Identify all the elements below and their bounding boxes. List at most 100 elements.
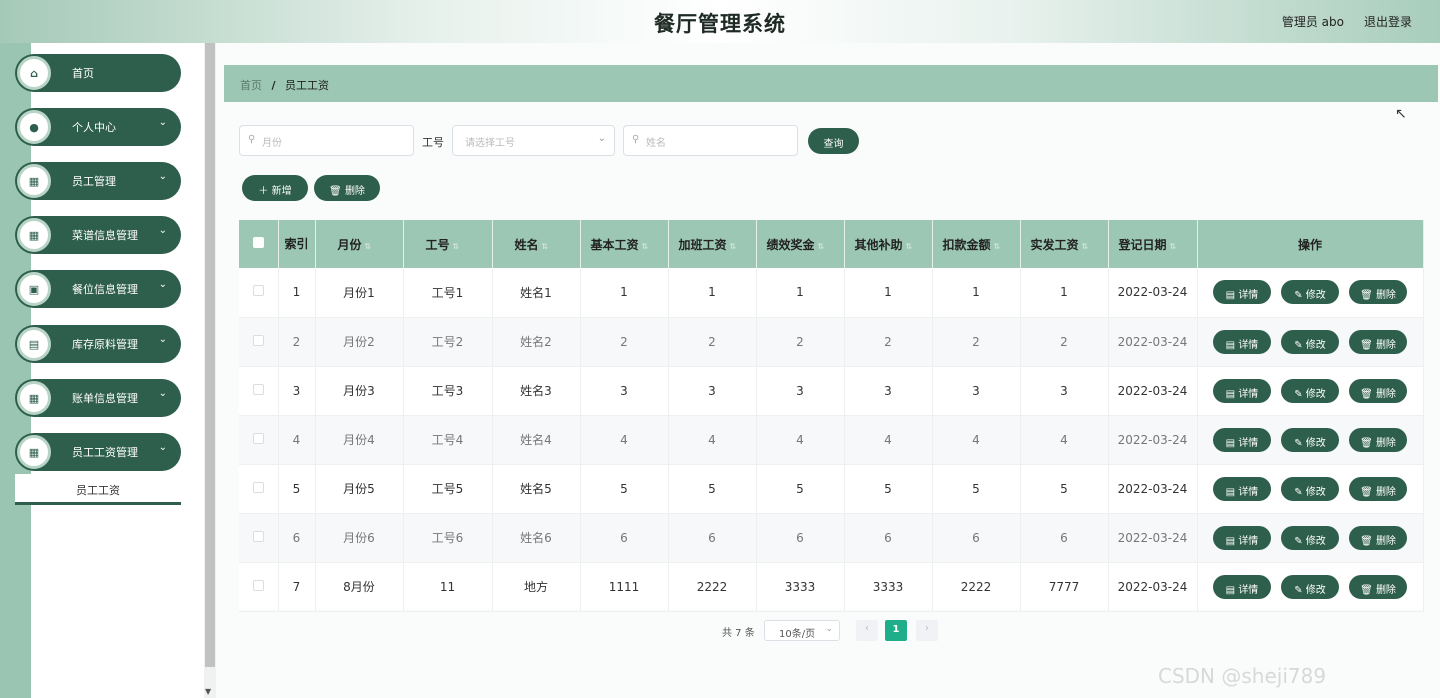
table-cell: 2 (932, 317, 1021, 367)
delete-button[interactable]: 🗑 删除 (1349, 525, 1407, 550)
sort-icon[interactable]: ⇅ (365, 242, 372, 251)
row-checkbox-cell[interactable] (239, 366, 279, 416)
table-cell: 6 (932, 513, 1021, 563)
next-page-button[interactable]: › (916, 620, 938, 641)
table-cell: 6 (278, 513, 316, 563)
edit-button[interactable]: ✎ 修改 (1281, 378, 1339, 403)
header-subsidy[interactable]: 其他补助 ⇅ (844, 220, 933, 268)
table-cell: 6 (844, 513, 933, 563)
month-input[interactable]: ⚲ 月份 (239, 125, 414, 156)
table-cell: 5 (668, 464, 757, 514)
detail-button[interactable]: ▤ 详情 (1213, 329, 1271, 354)
sidebar-item-1[interactable]: ● 个人中心 ⌄ (15, 108, 181, 146)
sort-icon[interactable]: ⇅ (453, 242, 460, 251)
sidebar-item-2[interactable]: ▦ 员工管理 ⌄ (15, 162, 181, 200)
sidebar-item-3[interactable]: ▦ 菜谱信息管理 ⌄ (15, 216, 181, 254)
detail-button[interactable]: ▤ 详情 (1213, 427, 1271, 452)
sidebar-scrollbar[interactable]: ▼ (204, 43, 216, 698)
chevron-down-icon: ⌄ (158, 442, 167, 453)
row-checkbox[interactable] (252, 481, 264, 493)
delete-button[interactable]: 🗑 删除 (1349, 378, 1407, 403)
sort-icon[interactable]: ⇅ (642, 242, 649, 251)
row-checkbox-cell[interactable] (239, 562, 279, 612)
logout-link[interactable]: 退出登录 (1364, 13, 1412, 30)
sidebar-item-5[interactable]: ▤ 库存原料管理 ⌄ (15, 325, 181, 363)
sort-icon[interactable]: ⇅ (1170, 242, 1177, 251)
row-checkbox[interactable] (252, 334, 264, 346)
edit-button[interactable]: ✎ 修改 (1281, 476, 1339, 501)
header-emp-no[interactable]: 工号 ⇅ (403, 220, 493, 268)
table-cell: 2222 (668, 562, 757, 612)
row-checkbox-cell[interactable] (239, 268, 279, 318)
sort-icon[interactable]: ⇅ (730, 242, 737, 251)
add-button[interactable]: ＋ 新增 (242, 175, 308, 201)
table-cell: 1 (844, 268, 933, 318)
table-cell: 姓名6 (492, 513, 581, 563)
sort-icon[interactable]: ⇅ (818, 242, 825, 251)
table-cell: 2 (756, 317, 845, 367)
delete-button[interactable]: 🗑 删除 (1349, 427, 1407, 452)
edit-button[interactable]: ✎ 修改 (1281, 280, 1339, 305)
sidebar-item-0[interactable]: ⌂ 首页 (15, 54, 181, 92)
delete-button[interactable]: 🗑 删除 (1349, 280, 1407, 305)
row-checkbox[interactable] (252, 579, 264, 591)
delete-button[interactable]: 🗑 删除 (1349, 574, 1407, 599)
detail-button[interactable]: ▤ 详情 (1213, 574, 1271, 599)
header-net-salary[interactable]: 实发工资 ⇅ (1020, 220, 1109, 268)
name-input[interactable]: ⚲ 姓名 (623, 125, 798, 156)
sidebar-item-label: 库存原料管理 (72, 338, 138, 351)
table-cell: 5 (932, 464, 1021, 514)
table-row: 5 月份5 工号5 姓名5 5 5 5 5 5 5 2022-03-24 ▤ 详情 ✎ 修改 🗑 删除 (239, 464, 1424, 514)
sidebar-item-label: 首页 (72, 67, 94, 80)
row-checkbox[interactable] (252, 530, 264, 542)
detail-button[interactable]: ▤ 详情 (1213, 280, 1271, 305)
scrollbar-thumb[interactable] (205, 43, 215, 667)
delete-button[interactable]: 🗑 删除 (1349, 476, 1407, 501)
row-checkbox[interactable] (252, 383, 264, 395)
sidebar-item-6[interactable]: ▦ 账单信息管理 ⌄ (15, 379, 181, 417)
query-button[interactable]: 查询 (808, 128, 859, 154)
edit-button[interactable]: ✎ 修改 (1281, 525, 1339, 550)
row-checkbox[interactable] (252, 285, 264, 297)
breadcrumb-home[interactable]: 首页 (240, 79, 262, 92)
header-bonus[interactable]: 绩效奖金 ⇅ (756, 220, 845, 268)
select-all-cell[interactable] (239, 220, 279, 268)
row-checkbox-cell[interactable] (239, 464, 279, 514)
scroll-down-icon[interactable]: ▼ (205, 687, 211, 696)
prev-page-button[interactable]: ‹ (856, 620, 878, 641)
header-name[interactable]: 姓名 ⇅ (492, 220, 581, 268)
row-checkbox[interactable] (252, 432, 264, 444)
edit-button[interactable]: ✎ 修改 (1281, 427, 1339, 452)
page-1-button[interactable]: 1 (885, 620, 907, 641)
delete-button[interactable]: 🗑 删除 (1349, 329, 1407, 354)
sort-icon[interactable]: ⇅ (542, 242, 549, 251)
pager-total: 共 7 条 (722, 628, 755, 639)
batch-delete-button[interactable]: 🗑 删除 (314, 175, 380, 201)
header-overtime[interactable]: 加班工资 ⇅ (668, 220, 757, 268)
chevron-down-icon: ⌄ (825, 624, 833, 634)
row-checkbox-cell[interactable] (239, 317, 279, 367)
sidebar-item-7[interactable]: ▦ 员工工资管理 ⌄ (15, 433, 181, 471)
table-cell: 6 (1020, 513, 1109, 563)
header-month[interactable]: 月份 ⇅ (315, 220, 404, 268)
edit-button[interactable]: ✎ 修改 (1281, 329, 1339, 354)
select-all-checkbox[interactable] (252, 237, 264, 248)
header-base-salary[interactable]: 基本工资 ⇅ (580, 220, 669, 268)
edit-button[interactable]: ✎ 修改 (1281, 574, 1339, 599)
emp-select[interactable]: 请选择工号 ⌄ (452, 125, 615, 156)
table-cell: 1 (756, 268, 845, 318)
page-size-select[interactable]: 10条/页 ⌄ (764, 620, 840, 641)
header-date[interactable]: 登记日期 ⇅ (1108, 220, 1198, 268)
sort-icon[interactable]: ⇅ (906, 242, 913, 251)
trash-icon: 🗑 (329, 186, 342, 197)
row-checkbox-cell[interactable] (239, 513, 279, 563)
sort-icon[interactable]: ⇅ (994, 242, 1001, 251)
row-checkbox-cell[interactable] (239, 415, 279, 465)
sort-icon[interactable]: ⇅ (1082, 242, 1089, 251)
submenu-item-salary[interactable]: 员工工资 (15, 474, 181, 505)
header-deduction[interactable]: 扣款金额 ⇅ (932, 220, 1021, 268)
sidebar-item-4[interactable]: ▣ 餐位信息管理 ⌄ (15, 270, 181, 308)
detail-button[interactable]: ▤ 详情 (1213, 378, 1271, 403)
detail-button[interactable]: ▤ 详情 (1213, 476, 1271, 501)
detail-button[interactable]: ▤ 详情 (1213, 525, 1271, 550)
